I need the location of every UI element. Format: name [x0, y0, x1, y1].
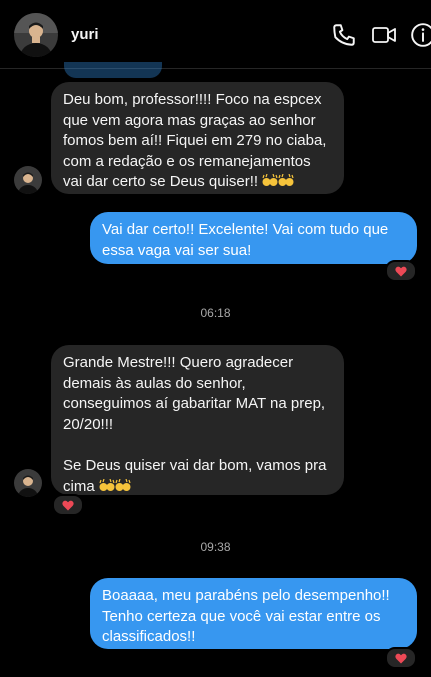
raising-hands-emoji [99, 478, 115, 491]
red-heart-icon [62, 500, 74, 510]
phone-icon[interactable] [331, 22, 357, 48]
message-text: Vai dar certo!! Excelente! Vai com tudo … [102, 221, 393, 259]
timestamp: 09:38 [200, 540, 231, 554]
video-camera-icon[interactable] [371, 22, 397, 48]
message-incoming[interactable]: Grande Mestre!!! Quero agradecer demais … [51, 345, 344, 495]
reaction-badge[interactable] [385, 260, 417, 282]
previous-message-remnant [64, 62, 162, 78]
red-heart-icon [395, 266, 407, 276]
sender-avatar[interactable] [14, 166, 42, 194]
message-outgoing[interactable]: Boaaaa, meu parabéns pelo desempenho!! T… [90, 578, 417, 649]
contact-avatar[interactable] [14, 13, 58, 57]
sender-avatar[interactable] [14, 469, 42, 497]
contact-name[interactable]: yuri [71, 26, 99, 43]
raising-hands-emoji [262, 174, 278, 187]
raising-hands-emoji [278, 174, 294, 187]
timestamp: 06:18 [200, 306, 231, 320]
message-text: Grande Mestre!!! Quero agradecer demais … [63, 354, 327, 495]
message-outgoing[interactable]: Vai dar certo!! Excelente! Vai com tudo … [90, 212, 417, 264]
raising-hands-emoji [115, 478, 131, 491]
red-heart-icon [395, 653, 407, 663]
reaction-badge[interactable] [52, 494, 84, 516]
chat-header: yuri [0, 0, 431, 69]
message-text: Boaaaa, meu parabéns pelo desempenho!! T… [102, 587, 394, 646]
reaction-badge[interactable] [385, 647, 417, 669]
info-icon[interactable] [410, 22, 431, 48]
message-incoming[interactable]: Deu bom, professor!!!! Foco na espcex qu… [51, 82, 344, 194]
